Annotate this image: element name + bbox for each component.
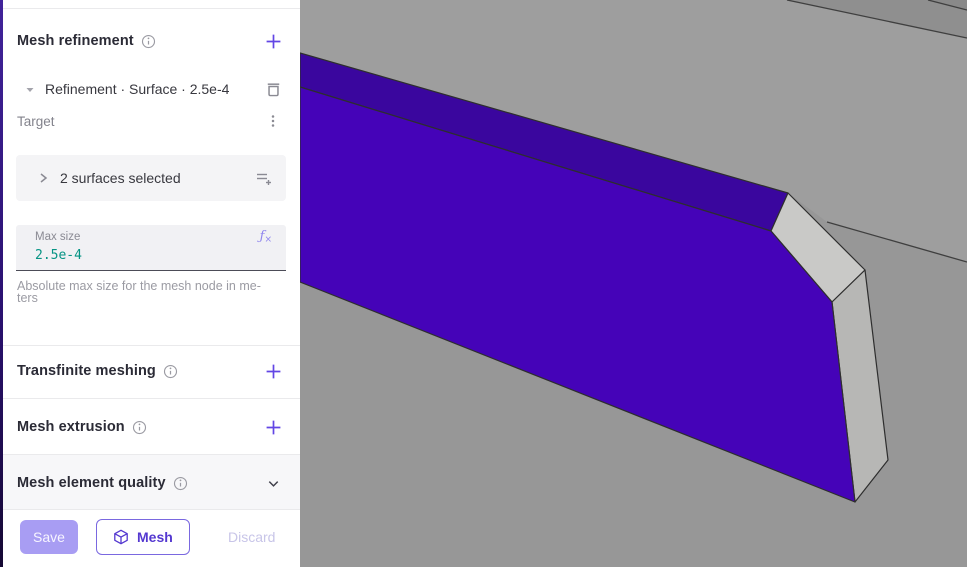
chevron-right-icon[interactable] [32, 167, 54, 189]
max-size-label: Max size [35, 231, 81, 243]
max-size-help-line1: Absolute max size for the mesh node in m… [17, 279, 261, 293]
surface-selection-box[interactable]: 2 surfaces selected [16, 155, 286, 201]
add-refinement-button[interactable] [262, 30, 284, 52]
settings-panel: Mesh refinement Refinement · Surface · 2… [0, 0, 300, 567]
mesh-element-quality-header[interactable]: Mesh element quality [0, 469, 300, 497]
kebab-menu-icon[interactable] [262, 110, 284, 132]
refinement-item-label: Refinement · Surface · 2.5e-4 [45, 81, 230, 97]
panel-footer: Save Mesh Discard [0, 510, 300, 567]
add-extrusion-button[interactable] [262, 416, 284, 438]
mesh-refinement-header: Mesh refinement [0, 27, 300, 55]
target-row: Target [0, 108, 300, 134]
panel-edge-strip [0, 0, 3, 567]
mesh-button[interactable]: Mesh [96, 519, 190, 555]
divider [0, 8, 300, 9]
chevron-down-icon[interactable] [262, 472, 284, 494]
save-button[interactable]: Save [20, 520, 78, 554]
section-title: Mesh refinement [17, 33, 134, 49]
formula-fx-icon[interactable]: ƒ× [260, 229, 272, 245]
max-size-help-line2: ters [17, 291, 38, 305]
divider [0, 345, 300, 346]
selection-count-label: 2 surfaces selected [60, 170, 181, 186]
mesh-button-label: Mesh [137, 529, 173, 545]
trash-icon[interactable] [262, 78, 284, 100]
add-transfinite-button[interactable] [262, 360, 284, 382]
caret-down-icon[interactable] [25, 85, 35, 94]
refinement-item-row[interactable]: Refinement · Surface · 2.5e-4 [0, 75, 300, 103]
info-icon[interactable] [141, 34, 156, 49]
info-icon[interactable] [173, 476, 188, 491]
transfinite-meshing-header: Transfinite meshing [0, 357, 300, 385]
cube-icon [113, 529, 129, 545]
max-size-value[interactable]: 2.5e-4 [35, 248, 82, 263]
target-label: Target [17, 113, 55, 129]
info-icon[interactable] [163, 364, 178, 379]
max-size-field[interactable]: Max size 2.5e-4 ƒ× [16, 225, 286, 271]
divider [0, 398, 300, 399]
section-title: Transfinite meshing [17, 363, 156, 379]
section-title: Mesh extrusion [17, 419, 125, 435]
playlist-add-icon[interactable] [252, 167, 274, 189]
3d-viewport[interactable] [300, 0, 967, 567]
info-icon[interactable] [132, 420, 147, 435]
section-title: Mesh element quality [17, 475, 166, 491]
discard-button[interactable]: Discard [212, 519, 291, 555]
mesh-extrusion-header: Mesh extrusion [0, 413, 300, 441]
